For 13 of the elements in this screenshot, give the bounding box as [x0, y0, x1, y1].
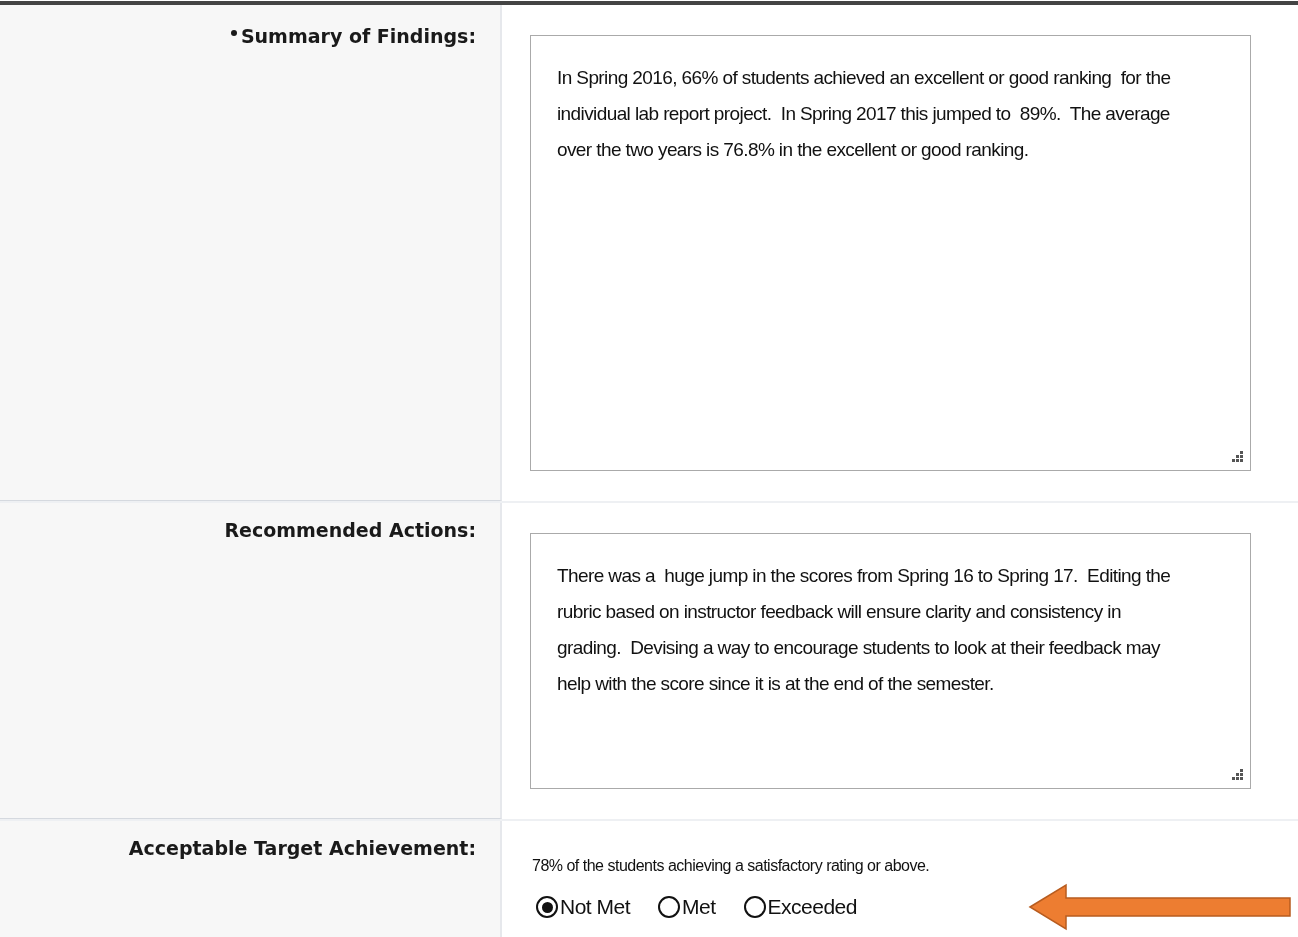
resize-handle-icon[interactable]: [1231, 769, 1244, 782]
target-description: 78% of the students achieving a satisfactory rating or above.: [531, 857, 931, 875]
field-label: Acceptable Target Achievement:: [128, 837, 476, 859]
text-area-field[interactable]: [530, 35, 1251, 471]
radio-option[interactable]: Exceeded: [737, 895, 857, 919]
radio-option[interactable]: Met: [652, 895, 716, 919]
resize-handle-icon[interactable]: [1231, 451, 1244, 464]
field-label: Recommended Actions:: [224, 519, 476, 541]
text-area-field[interactable]: [530, 533, 1251, 789]
radio-option[interactable]: Not Met: [530, 895, 631, 919]
text-area-text: There was a huge jump in the scores from Spring 16 to Spring 17. Editing the rubric based on instructor feedback will ensure clarity and consistency in grading. Devising a way to encourage students to look at their feedback may help with the score since it is at the end of the semester.: [557, 564, 1172, 696]
text-area-text: In Spring 2016, 66% of students achieved an excellent or good ranking for the individual lab report project. In Spring 2017 this jumped to 89%. The average over the two years is 76.8% in the excellent or good ranking.: [557, 66, 1172, 162]
field-label: Summary of Findings:: [240, 25, 476, 47]
